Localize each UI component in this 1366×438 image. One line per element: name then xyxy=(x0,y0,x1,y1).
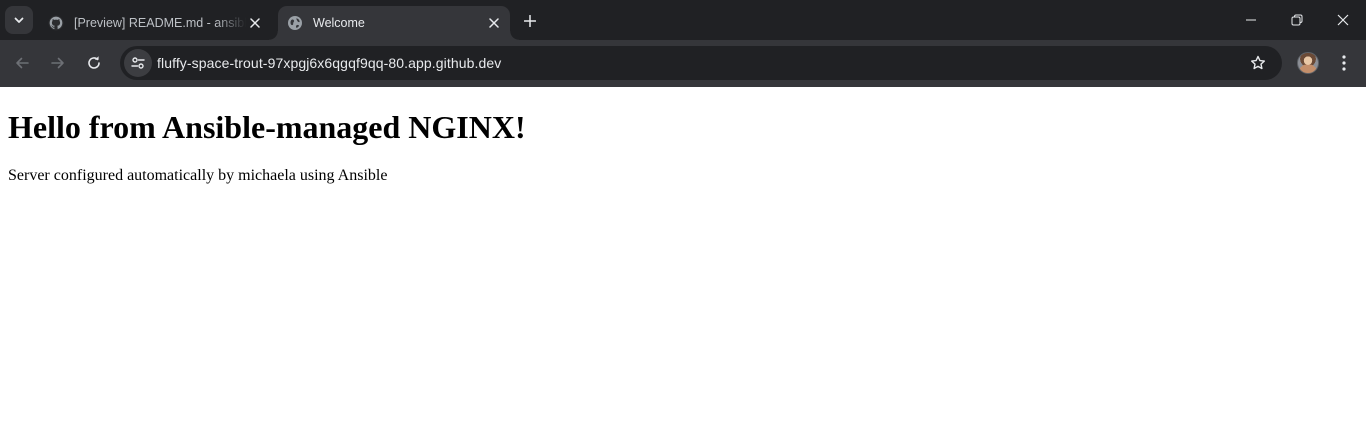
tab-readme-preview[interactable]: [Preview] README.md - ansible xyxy=(40,6,270,40)
tab-title: Welcome xyxy=(313,16,365,30)
tab-title: [Preview] README.md - ansible xyxy=(74,16,246,30)
plus-icon xyxy=(524,15,536,27)
arrow-left-icon xyxy=(16,57,29,69)
site-info-button[interactable] xyxy=(124,49,152,77)
minimize-icon xyxy=(1246,19,1256,21)
restore-button[interactable] xyxy=(1274,0,1320,40)
page-content: Hello from Ansible-managed NGINX! Server… xyxy=(0,87,1366,438)
close-icon[interactable] xyxy=(485,14,503,32)
tab-search-button[interactable] xyxy=(5,6,33,34)
reload-icon xyxy=(88,56,100,69)
more-vert-icon xyxy=(1342,55,1346,71)
browser-toolbar: fluffy-space-trout-97xpgj6x6qgqf9qq-80.a… xyxy=(0,40,1366,87)
profile-avatar[interactable] xyxy=(1297,52,1319,74)
tab-strip: [Preview] README.md - ansible Welcome xyxy=(0,0,1366,40)
restore-icon xyxy=(1291,14,1303,26)
github-icon xyxy=(48,15,64,31)
back-button[interactable] xyxy=(8,49,36,77)
arrow-right-icon xyxy=(51,57,64,69)
minimize-button[interactable] xyxy=(1228,0,1274,40)
url-text[interactable]: fluffy-space-trout-97xpgj6x6qgqf9qq-80.a… xyxy=(157,46,501,80)
tab-welcome[interactable]: Welcome xyxy=(269,6,519,40)
browser-menu-button[interactable] xyxy=(1332,51,1356,75)
bookmark-button[interactable] xyxy=(1248,53,1268,73)
globe-icon xyxy=(287,15,303,31)
chevron-down-icon xyxy=(14,17,24,23)
close-window-button[interactable] xyxy=(1320,0,1366,40)
star-icon xyxy=(1251,55,1265,70)
page-paragraph: Server configured automatically by micha… xyxy=(8,167,388,184)
close-icon xyxy=(1337,14,1349,26)
address-bar[interactable]: fluffy-space-trout-97xpgj6x6qgqf9qq-80.a… xyxy=(120,46,1282,80)
reload-button[interactable] xyxy=(80,49,108,77)
close-icon[interactable] xyxy=(246,14,264,32)
page-heading: Hello from Ansible-managed NGINX! xyxy=(8,109,526,145)
forward-button[interactable] xyxy=(44,49,72,77)
tune-icon xyxy=(131,57,145,69)
new-tab-button[interactable] xyxy=(517,8,543,34)
